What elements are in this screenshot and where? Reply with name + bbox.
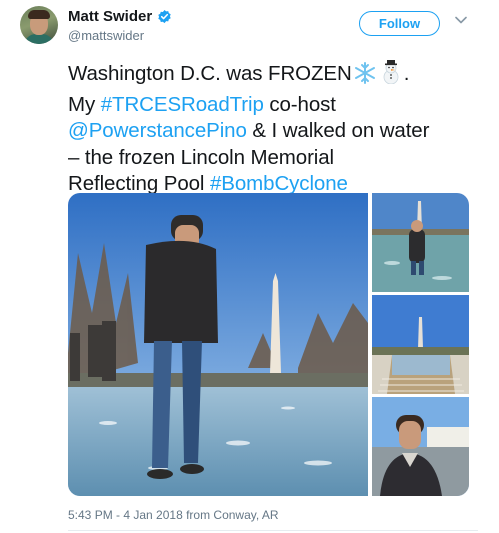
verified-badge-icon [158,9,171,24]
tweet-text-segment: co-host [263,92,336,116]
tweet-text: Washington D.C. was FROZEN. My #TRCESRoa… [68,60,488,198]
chevron-down-icon[interactable] [455,16,467,24]
tweet-timestamp[interactable]: 5:43 PM - 4 Jan 2018 from Conway, AR [68,508,279,522]
tweet-line-4: – the frozen Lincoln Memorial [68,145,335,169]
thumbnail-photo-2[interactable] [372,295,469,394]
tweet-text-segment: Washington D.C. was FROZEN [68,62,352,85]
tweet-line-1: Washington D.C. was FROZEN. [68,60,488,92]
hashtag-link-bombcyclone[interactable]: #BombCyclone [210,172,348,195]
thumbnail-photo-1[interactable] [372,193,469,292]
snowman-icon [378,60,404,92]
mention-link-powerstancepino[interactable]: @PowerstancePino [68,119,247,142]
main-photo[interactable] [68,193,368,496]
tweet-text-segment: & I walked on water [246,119,430,142]
tweet-text-segment: . [403,62,410,85]
author-name-row[interactable]: Matt Swider [68,8,172,25]
tweet-media-grid [68,193,469,496]
author-avatar[interactable] [20,6,58,44]
tweet-text-segment: My [68,92,101,116]
author-display-name[interactable]: Matt Swider [68,8,152,25]
tweet-line-2: My #TRCESRoadTrip co-host [68,92,488,119]
thumbnail-photo-3[interactable] [372,397,469,496]
tweet-text-segment: Reflecting Pool [68,172,210,195]
follow-button[interactable]: Follow [359,11,440,36]
hashtag-link-trcesroadtrip[interactable]: #TRCESRoadTrip [101,93,264,116]
snowflake-icon [352,62,378,92]
author-handle[interactable]: @mattswider [68,28,144,43]
divider [68,530,478,531]
tweet-line-3: @PowerstancePino & I walked on water [68,118,488,145]
